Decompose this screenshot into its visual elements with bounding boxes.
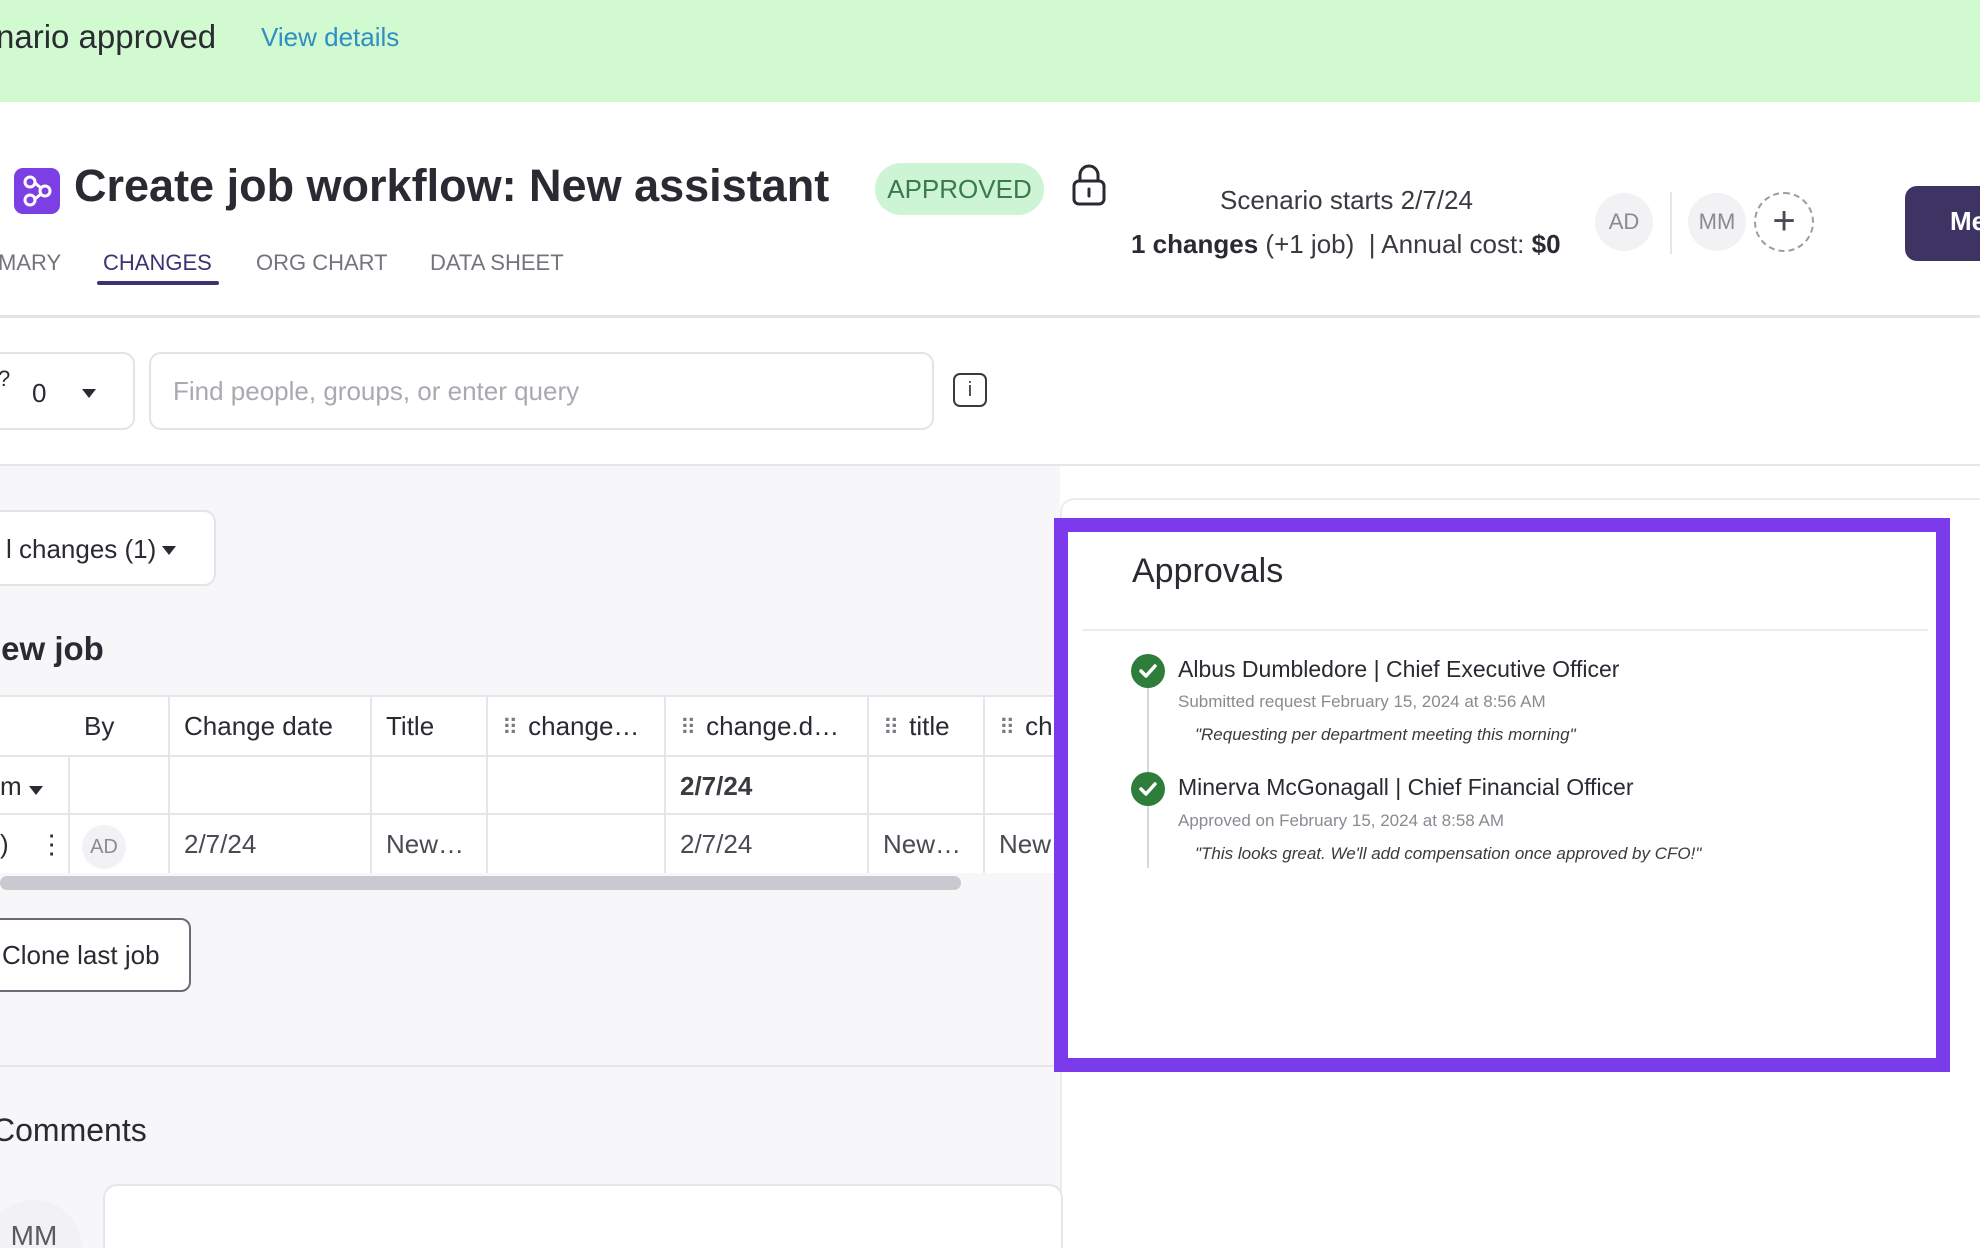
view-details-link[interactable]: View details [261,22,399,53]
column-header-by[interactable]: By [70,697,170,755]
table-cell [372,757,488,815]
check-circle-icon [1131,654,1165,688]
column-header-change-d-label: change.d… [706,711,840,741]
table-cell [70,757,170,815]
group-toggle[interactable]: m [0,757,70,815]
changes-table: By Change date Title ⠿ change… ⠿ change.d…… [0,695,1055,873]
add-approver-button[interactable]: + [1754,192,1814,252]
changes-filter-label: l changes (1) [6,534,157,564]
title2-cell: New… [869,815,985,873]
column-header-title2-label: title [909,711,950,741]
avatar: AD [82,825,126,869]
approval-detail: Approved on February 15, 2024 at 8:58 AM [1178,811,1505,830]
row-lead-text: ) [0,829,9,859]
clone-last-job-button[interactable]: Clone last job [0,918,191,992]
scenario-start-date: Scenario starts 2/7/24 [1220,185,1473,215]
drag-handle-icon[interactable]: ⠿ [680,715,696,740]
drag-handle-icon[interactable]: ⠿ [999,715,1015,740]
workflow-icon [14,168,60,214]
group-label: m [0,771,22,801]
column-header-title[interactable]: Title [372,697,488,755]
tab-bar: MARY CHANGES ORG CHART DATA SHEET [0,244,1980,318]
table-row[interactable]: ) ⋮ AD 2/7/24 New… 2/7/24 New… New [0,813,1055,873]
table-cell [170,757,372,815]
approver-name: Minerva McGonagall | Chief Financial Off… [1178,774,1634,800]
avatar-ad[interactable]: AD [1595,193,1653,251]
row-lead: ) ⋮ [0,815,70,873]
approval-note: "This looks great. We'll add compensatio… [1195,844,1702,863]
table-cell [488,757,666,815]
column-header-title2[interactable]: ⠿ title [869,697,985,755]
divider [1082,629,1928,631]
column-header-extra-label: ch [1025,711,1053,741]
caret-down-icon [162,546,176,555]
tab-org-chart[interactable]: ORG CHART [256,250,388,276]
active-tab-indicator [97,281,219,285]
caret-down-icon [82,389,96,398]
change-date-cell: 2/7/24 [170,815,372,873]
approval-detail: Submitted request February 15, 2024 at 8… [1178,692,1546,711]
info-icon[interactable]: i [953,373,987,407]
avatar-mm[interactable]: MM [1688,193,1746,251]
changes-filter-dropdown[interactable]: l changes (1) [0,510,216,586]
drag-handle-icon[interactable]: ⠿ [502,715,518,740]
page-title: Create job workflow: New assistant [74,160,830,211]
filter-value: 0 [32,378,47,408]
comment-input[interactable] [103,1184,1063,1248]
drag-handle-icon[interactable]: ⠿ [883,715,899,740]
tab-changes[interactable]: CHANGES [103,250,212,276]
banner-message: nario approved [0,18,217,55]
divider [0,1065,1060,1067]
comments-title: Comments [0,1112,147,1148]
column-header-extra[interactable]: ⠿ ch [985,697,1055,755]
extra-cell: New [999,829,1052,859]
title-cell: New… [372,815,488,873]
tab-summary[interactable]: MARY [0,250,61,276]
group-date: 2/7/24 [666,757,869,815]
filter-icon: ? [0,366,10,392]
change-d-cell: 2/7/24 [666,815,869,873]
column-header-change-d[interactable]: ⠿ change.d… [666,697,869,755]
success-banner: nario approved View details [0,0,1980,102]
horizontal-scrollbar[interactable] [0,876,961,890]
caret-down-icon [28,786,43,795]
filter-toolbar: ? 0 [0,318,1980,466]
section-title: lew job [0,630,104,667]
column-header-change-date[interactable]: Change date [170,697,372,755]
status-badge: APPROVED [875,163,1044,215]
by-cell: AD [70,815,170,873]
approver-name: Albus Dumbledore | Chief Executive Offic… [1178,656,1620,682]
change-cell [488,815,666,873]
table-cell [869,757,985,815]
check-circle-icon [1131,772,1165,806]
group-row: m 2/7/24 [0,755,1055,815]
search-input[interactable] [149,352,934,430]
approvals-title: Approvals [1132,552,1284,590]
approval-note: "Requesting per department meeting this … [1195,725,1576,744]
lock-icon[interactable] [1069,163,1109,207]
more-options-icon[interactable]: ⋮ [39,829,65,859]
column-header-change-label: change… [528,711,640,741]
plus-icon: + [1772,199,1796,243]
tab-data-sheet[interactable]: DATA SHEET [430,250,564,276]
column-header-change[interactable]: ⠿ change… [488,697,666,755]
filter-select[interactable]: ? 0 [0,352,135,430]
